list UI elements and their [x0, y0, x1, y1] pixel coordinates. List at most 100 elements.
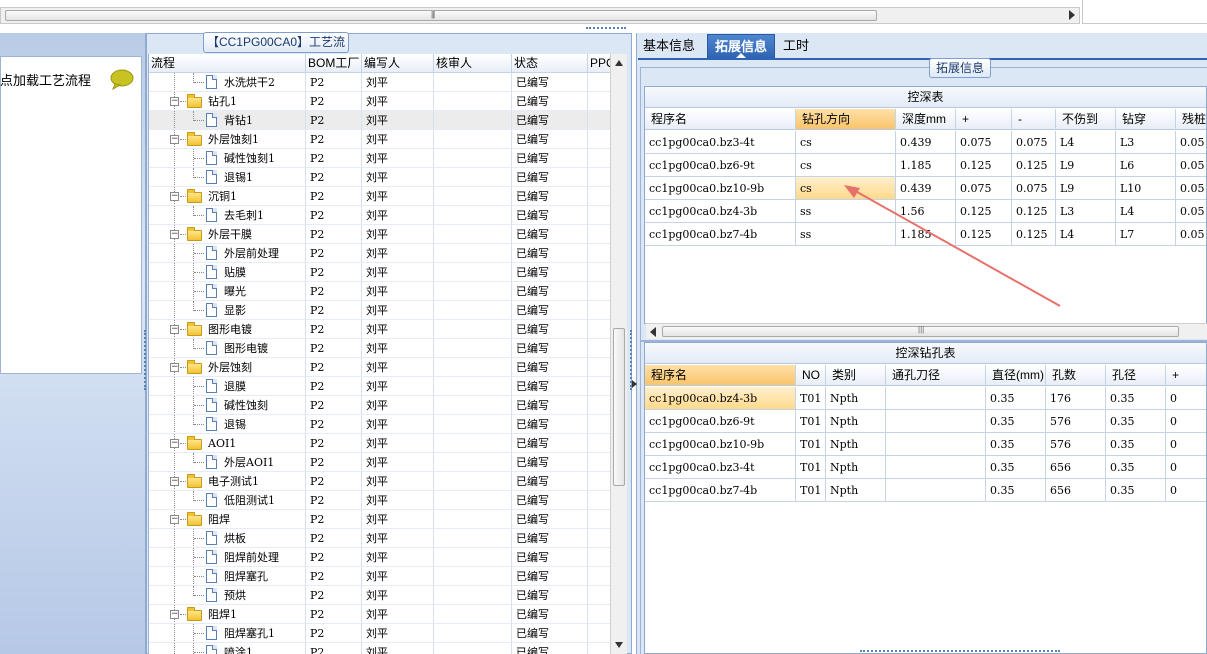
- depth-table-cell[interactable]: L6: [1116, 154, 1176, 177]
- collapse-toggle-icon[interactable]: −: [170, 439, 179, 448]
- drill-table-cell[interactable]: 0.35: [986, 387, 1046, 410]
- splitter-grip-icon[interactable]: [586, 27, 626, 32]
- tree-row[interactable]: − 外层蚀刻 P2 刘平 已编写: [149, 358, 610, 377]
- tree-row[interactable]: − 沉铜1 P2 刘平 已编写: [149, 187, 610, 206]
- tree-row[interactable]: 阻焊塞孔1 P2 刘平 已编写: [149, 624, 610, 643]
- tree-row[interactable]: − 外层蚀刻1 P2 刘平 已编写: [149, 130, 610, 149]
- drill-table-cell[interactable]: T01: [796, 456, 826, 479]
- scrollbar-thumb[interactable]: [613, 328, 625, 486]
- tree-row[interactable]: 贴膜 P2 刘平 已编写: [149, 263, 610, 282]
- drill-table-cell[interactable]: 576: [1046, 410, 1106, 433]
- tree-row[interactable]: 外层AOI1 P2 刘平 已编写: [149, 453, 610, 472]
- drill-table-cell[interactable]: 0.35: [1106, 479, 1166, 502]
- depth-table-horizontal-scrollbar[interactable]: |||: [646, 323, 1207, 339]
- tree-row[interactable]: − 钻孔1 P2 刘平 已编写: [149, 92, 610, 111]
- collapse-toggle-icon[interactable]: −: [170, 515, 179, 524]
- depth-table-cell[interactable]: cc1pg00ca0.bz4-3b: [645, 200, 796, 223]
- depth-table-cell[interactable]: 0.075: [1012, 131, 1056, 154]
- scroll-up-arrow-icon[interactable]: [615, 60, 623, 66]
- collapse-toggle-icon[interactable]: −: [170, 325, 179, 334]
- depth-table-cell[interactable]: cc1pg00ca0.bz6-9t: [645, 154, 796, 177]
- tree-row[interactable]: − 阻焊1 P2 刘平 已编写: [149, 605, 610, 624]
- chat-bubble-icon[interactable]: [109, 68, 135, 90]
- depth-table-column-header[interactable]: 钻穿: [1116, 109, 1176, 130]
- drill-table-cell[interactable]: 0: [1166, 387, 1206, 410]
- tree-row[interactable]: − 阻焊 P2 刘平 已编写: [149, 510, 610, 529]
- drill-table-column-header[interactable]: 程序名: [645, 365, 796, 386]
- tree-row[interactable]: 显影 P2 刘平 已编写: [149, 301, 610, 320]
- tree-row[interactable]: 碱性蚀刻 P2 刘平 已编写: [149, 396, 610, 415]
- column-header-reviewer[interactable]: 核审人: [434, 54, 512, 73]
- tree-row[interactable]: 预烘 P2 刘平 已编写: [149, 586, 610, 605]
- top-horizontal-scrollbar[interactable]: |||: [0, 7, 1080, 24]
- depth-table-cell[interactable]: L3: [1116, 131, 1176, 154]
- tab-work-hours[interactable]: 工时: [778, 34, 814, 58]
- drill-table-cell[interactable]: cc1pg00ca0.bz7-4b: [645, 479, 796, 502]
- depth-table-cell[interactable]: 1.185: [896, 154, 956, 177]
- drill-table-cell[interactable]: 0.35: [986, 479, 1046, 502]
- tree-row[interactable]: − 外层干膜 P2 刘平 已编写: [149, 225, 610, 244]
- depth-table-column-header[interactable]: 不伤到: [1056, 109, 1116, 130]
- tree-row[interactable]: 烘板 P2 刘平 已编写: [149, 529, 610, 548]
- depth-table-cell[interactable]: cc1pg00ca0.bz3-4t: [645, 131, 796, 154]
- drill-table-cell[interactable]: 176: [1046, 387, 1106, 410]
- depth-table-cell[interactable]: L7: [1116, 223, 1176, 246]
- tree-row[interactable]: 去毛刺1 P2 刘平 已编写: [149, 206, 610, 225]
- tree-row[interactable]: 外层前处理 P2 刘平 已编写: [149, 244, 610, 263]
- collapse-toggle-icon[interactable]: −: [170, 477, 179, 486]
- depth-table-cell[interactable]: 0.05: [1176, 223, 1206, 246]
- tree-row[interactable]: 喷涂1 P2 刘平 已编写: [149, 643, 610, 654]
- drill-table-cell[interactable]: 576: [1046, 433, 1106, 456]
- drill-table-cell[interactable]: Npth: [826, 433, 886, 456]
- depth-table-cell[interactable]: L10: [1116, 177, 1176, 200]
- tree-row[interactable]: 背钻1 P2 刘平 已编写: [149, 111, 610, 130]
- collapse-toggle-icon[interactable]: −: [170, 97, 179, 106]
- drill-table-cell[interactable]: 656: [1046, 479, 1106, 502]
- drill-table-cell[interactable]: Npth: [826, 479, 886, 502]
- tree-row[interactable]: 碱性蚀刻1 P2 刘平 已编写: [149, 149, 610, 168]
- depth-table-column-header[interactable]: 深度mm: [896, 109, 956, 130]
- drill-table-cell[interactable]: 0.35: [1106, 456, 1166, 479]
- depth-table-cell[interactable]: L9: [1056, 154, 1116, 177]
- scroll-right-arrow-icon[interactable]: [1069, 10, 1075, 20]
- tree-row[interactable]: 低阻测试1 P2 刘平 已编写: [149, 491, 610, 510]
- collapse-toggle-icon[interactable]: −: [170, 363, 179, 372]
- drill-table-column-header[interactable]: 通孔刀径: [886, 365, 986, 386]
- drill-table-cell[interactable]: Npth: [826, 387, 886, 410]
- process-tree-vertical-scrollbar[interactable]: [610, 54, 627, 654]
- drill-table-cell[interactable]: T01: [796, 387, 826, 410]
- collapse-toggle-icon[interactable]: −: [170, 192, 179, 201]
- depth-table-cell[interactable]: L4: [1056, 131, 1116, 154]
- depth-table-cell[interactable]: cc1pg00ca0.bz10-9b: [645, 177, 796, 200]
- drill-table-cell[interactable]: 656: [1046, 456, 1106, 479]
- depth-table-cell[interactable]: L4: [1116, 200, 1176, 223]
- drill-table-column-header[interactable]: 孔径: [1106, 365, 1166, 386]
- drill-table-cell[interactable]: Npth: [826, 456, 886, 479]
- column-header-status[interactable]: 状态: [512, 54, 588, 73]
- depth-table-column-header[interactable]: 残桩: [1176, 109, 1206, 130]
- depth-table-column-header[interactable]: +: [956, 109, 1012, 130]
- tree-row[interactable]: 退锡 P2 刘平 已编写: [149, 415, 610, 434]
- scroll-left-arrow-icon[interactable]: [650, 327, 656, 337]
- drill-table-cell[interactable]: 0.35: [986, 433, 1046, 456]
- drill-table-cell[interactable]: 0.35: [1106, 387, 1166, 410]
- depth-table-column-header[interactable]: 程序名: [645, 109, 796, 130]
- drill-table-column-header[interactable]: +: [1166, 365, 1206, 386]
- drill-table-column-header[interactable]: NO: [796, 365, 826, 386]
- drill-table-column-header[interactable]: 类别: [826, 365, 886, 386]
- scroll-down-arrow-icon[interactable]: [615, 642, 623, 648]
- drill-table-column-header[interactable]: 直径(mm): [986, 365, 1046, 386]
- drill-table-cell[interactable]: T01: [796, 433, 826, 456]
- drill-table-cell[interactable]: cc1pg00ca0.bz10-9b: [645, 433, 796, 456]
- drill-table-cell[interactable]: 0: [1166, 410, 1206, 433]
- drill-table-cell[interactable]: cc1pg00ca0.bz4-3b: [645, 387, 796, 410]
- drill-table-cell[interactable]: 0: [1166, 479, 1206, 502]
- collapse-toggle-icon[interactable]: −: [170, 610, 179, 619]
- tree-row[interactable]: 曝光 P2 刘平 已编写: [149, 282, 610, 301]
- tree-row[interactable]: 退膜 P2 刘平 已编写: [149, 377, 610, 396]
- depth-table-cell[interactable]: cc1pg00ca0.bz7-4b: [645, 223, 796, 246]
- depth-table-cell[interactable]: 0.075: [956, 131, 1012, 154]
- tree-row[interactable]: − AOI1 P2 刘平 已编写: [149, 434, 610, 453]
- drill-table-cell[interactable]: [886, 410, 986, 433]
- depth-table-cell[interactable]: cs: [796, 154, 896, 177]
